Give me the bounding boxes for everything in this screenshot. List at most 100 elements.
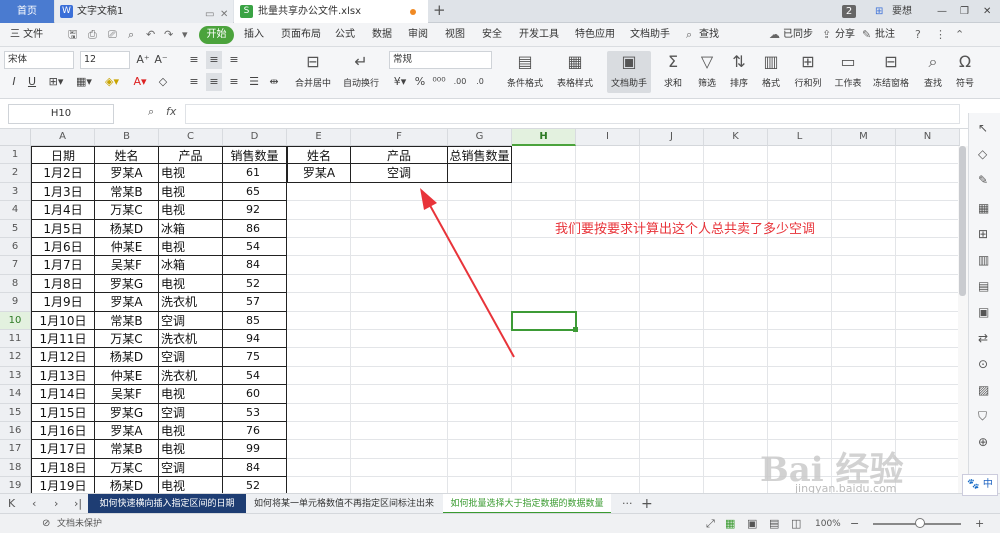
cell-A12[interactable]: 1月12日 <box>31 348 95 367</box>
ime-indicator[interactable]: 🐾 中 <box>962 474 998 496</box>
cell-I1[interactable] <box>576 146 640 165</box>
spreadsheet-grid[interactable]: A B C D E F G H I J K L M N 1 2 3 4 5 6 7 8 9 10 11 12 13 14 15 16 17 1… <box>0 129 968 493</box>
cell-C10[interactable]: 空调 <box>159 311 223 330</box>
cursor-tool-icon[interactable]: ↖ <box>978 121 988 135</box>
cell-K19[interactable] <box>704 477 768 493</box>
cell-C19[interactable]: 电视 <box>159 477 223 493</box>
column-header[interactable]: L <box>768 129 832 146</box>
active-cell-selection[interactable] <box>511 310 578 332</box>
cell-G11[interactable] <box>448 330 512 349</box>
column-header[interactable]: F <box>351 129 448 146</box>
cell-K14[interactable] <box>704 385 768 404</box>
sort-button[interactable]: ⇅ 排序 <box>726 51 752 89</box>
increase-decimal-icon[interactable]: .00 <box>452 73 468 91</box>
cell-E2[interactable]: 罗某A <box>287 164 351 183</box>
menu-view[interactable]: 视图 <box>445 23 465 47</box>
cell-I14[interactable] <box>576 385 640 404</box>
cell-H12[interactable] <box>512 348 576 367</box>
transfer-icon[interactable]: ⇄ <box>978 331 988 345</box>
add-sheet-button[interactable]: + <box>641 494 653 514</box>
cell-H9[interactable] <box>512 293 576 312</box>
close-tab-icon[interactable]: ✕ <box>220 3 228 23</box>
last-sheet-icon[interactable]: ›| <box>74 494 82 514</box>
cell-E11[interactable] <box>287 330 351 349</box>
chart-icon[interactable]: ▥ <box>978 253 989 267</box>
cell-A16[interactable]: 1月16日 <box>31 422 95 441</box>
currency-icon[interactable]: ¥▾ <box>392 73 408 91</box>
select-all-corner[interactable] <box>0 129 31 146</box>
cell-L13[interactable] <box>768 366 832 386</box>
cell-J11[interactable] <box>640 330 704 349</box>
cell-A18[interactable]: 1月18日 <box>31 458 95 478</box>
worksheet-button[interactable]: ▭ 工作表 <box>832 51 864 89</box>
menu-review[interactable]: 审阅 <box>408 23 428 47</box>
column-header[interactable]: N <box>896 129 960 146</box>
cell-M14[interactable] <box>832 385 896 404</box>
zoom-formula-icon[interactable]: ⌕ <box>148 105 154 119</box>
cell-A8[interactable]: 1月8日 <box>31 274 95 294</box>
row-header[interactable]: 7 <box>0 256 31 275</box>
cell-C12[interactable]: 空调 <box>159 348 223 367</box>
collapse-ribbon-icon[interactable]: ⌃ <box>955 23 964 47</box>
row-header[interactable]: 6 <box>0 238 31 257</box>
cell-J10[interactable] <box>640 311 704 330</box>
cell-N5[interactable] <box>896 219 960 238</box>
cell-F7[interactable] <box>351 256 448 275</box>
cell-B17[interactable]: 常某B <box>95 440 159 459</box>
cell-G15[interactable] <box>448 403 512 422</box>
cell-M13[interactable] <box>832 366 896 386</box>
menu-special[interactable]: 特色应用 <box>575 23 615 47</box>
cell-F15[interactable] <box>351 403 448 422</box>
column-header[interactable]: I <box>576 129 640 146</box>
cell-M10[interactable] <box>832 311 896 330</box>
normal-view-icon[interactable]: ▦ <box>725 514 735 534</box>
cell-G1[interactable]: 总销售数量 <box>448 146 512 165</box>
cell-G16[interactable] <box>448 422 512 441</box>
page-view-icon[interactable]: ▣ <box>747 514 757 534</box>
cell-E18[interactable] <box>287 458 351 478</box>
backup-icon[interactable]: ⊙ <box>978 357 988 371</box>
cell-D8[interactable]: 52 <box>223 274 287 294</box>
share-icon[interactable]: ⇪ <box>822 23 831 47</box>
cell-J15[interactable] <box>640 403 704 422</box>
cell-E10[interactable] <box>287 311 351 330</box>
cell-H19[interactable] <box>512 477 576 493</box>
cell-K13[interactable] <box>704 366 768 386</box>
align-bottom-icon[interactable]: ≡ <box>226 51 242 69</box>
cell-J18[interactable] <box>640 458 704 478</box>
cell-B2[interactable]: 罗某A <box>95 164 159 183</box>
cell-L3[interactable] <box>768 182 832 202</box>
cell-G18[interactable] <box>448 458 512 478</box>
menu-data[interactable]: 数据 <box>372 23 392 47</box>
print-preview-icon[interactable]: ⌕ <box>128 23 134 47</box>
cell-I6[interactable] <box>576 238 640 257</box>
cell-G14[interactable] <box>448 385 512 404</box>
cell-D2[interactable]: 61 <box>223 164 287 183</box>
cell-F12[interactable] <box>351 348 448 367</box>
cell-A14[interactable]: 1月14日 <box>31 385 95 404</box>
cell-E6[interactable] <box>287 238 351 257</box>
table-icon[interactable]: ▦ <box>978 201 989 215</box>
cell-J14[interactable] <box>640 385 704 404</box>
save-icon[interactable]: 🖫 <box>68 23 77 47</box>
cell-K15[interactable] <box>704 403 768 422</box>
fill-color-icon[interactable]: ◈▾ <box>100 73 124 91</box>
cell-C15[interactable]: 空调 <box>159 403 223 422</box>
row-col-button[interactable]: ⊞ 行和列 <box>790 51 826 89</box>
cell-D17[interactable]: 99 <box>223 440 287 459</box>
cell-K11[interactable] <box>704 330 768 349</box>
wrap-text-button[interactable]: ↵ 自动换行 <box>340 51 382 89</box>
menu-page-layout[interactable]: 页面布局 <box>281 23 321 47</box>
cell-D7[interactable]: 84 <box>223 256 287 275</box>
close-icon[interactable]: ✕ <box>983 0 991 23</box>
cell-K1[interactable] <box>704 146 768 165</box>
cell-I9[interactable] <box>576 293 640 312</box>
cell-F6[interactable] <box>351 238 448 257</box>
cell-A2[interactable]: 1月2日 <box>31 164 95 183</box>
cell-F3[interactable] <box>351 182 448 202</box>
app-icon[interactable]: ⊞ <box>978 227 988 241</box>
cell-G8[interactable] <box>448 274 512 294</box>
cell-A19[interactable]: 1月19日 <box>31 477 95 493</box>
cell-A3[interactable]: 1月3日 <box>31 182 95 202</box>
cell-I12[interactable] <box>576 348 640 367</box>
